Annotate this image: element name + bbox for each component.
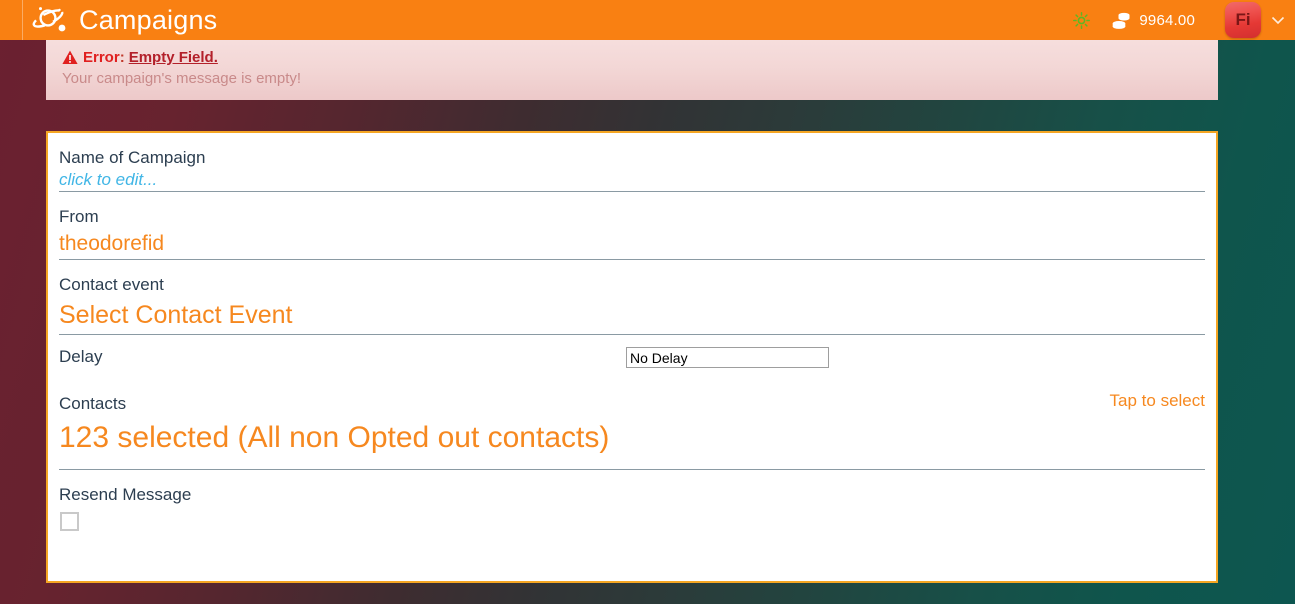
contact-event-label: Contact event bbox=[59, 275, 164, 294]
contacts-value[interactable]: 123 selected (All non Opted out contacts… bbox=[59, 415, 1205, 461]
error-separator: : bbox=[119, 49, 125, 66]
contacts-spacer bbox=[48, 461, 1216, 469]
contacts-tap-to-select[interactable]: Tap to select bbox=[1110, 379, 1205, 411]
from-label: From bbox=[59, 207, 99, 226]
app-header: Campaigns 9964.00 Fi bbox=[0, 0, 1295, 40]
chevron-down-icon[interactable] bbox=[1271, 15, 1285, 25]
resend-message-label: Resend Message bbox=[59, 485, 192, 504]
credits-display[interactable]: 9964.00 bbox=[1112, 12, 1195, 29]
app-title: Campaigns bbox=[79, 5, 218, 35]
error-message: Your campaign's message is empty! bbox=[62, 70, 302, 87]
field-delay[interactable]: Delay bbox=[48, 335, 1216, 379]
error-label: Error bbox=[83, 49, 120, 66]
campaign-name-label: Name of Campaign bbox=[59, 148, 206, 167]
field-from[interactable]: From theodorefid bbox=[48, 192, 1216, 259]
field-campaign-name[interactable]: Name of Campaign click to edit... bbox=[48, 133, 1216, 191]
field-contact-event[interactable]: Contact event Select Contact Event bbox=[48, 260, 1216, 334]
warning-triangle-icon bbox=[62, 50, 78, 65]
sun-icon[interactable] bbox=[1073, 11, 1091, 29]
planet-logo[interactable] bbox=[29, 3, 73, 37]
error-banner: Error : Empty Field. Your campaign's mes… bbox=[46, 40, 1218, 100]
coins-icon bbox=[1112, 12, 1132, 29]
delay-select[interactable] bbox=[626, 347, 829, 368]
contacts-label: Contacts bbox=[59, 394, 127, 413]
resend-message-checkbox[interactable] bbox=[60, 512, 79, 531]
avatar[interactable]: Fi bbox=[1225, 2, 1261, 38]
credits-amount: 9964.00 bbox=[1139, 11, 1195, 29]
field-contacts: Contacts Tap to select bbox=[48, 379, 1216, 415]
campaign-form-card: Name of Campaign click to edit... From t… bbox=[46, 131, 1218, 583]
error-headline: Error : Empty Field. bbox=[62, 49, 1218, 66]
header-actions: 9964.00 Fi bbox=[1073, 0, 1295, 40]
delay-label: Delay bbox=[59, 347, 103, 366]
error-link[interactable]: Empty Field. bbox=[129, 49, 218, 66]
contacts-value-wrap[interactable]: 123 selected (All non Opted out contacts… bbox=[48, 415, 1216, 461]
field-resend-message: Resend Message bbox=[48, 470, 1216, 531]
contact-event-value[interactable]: Select Contact Event bbox=[59, 296, 1205, 334]
campaign-name-value[interactable]: click to edit... bbox=[59, 169, 1205, 191]
from-value[interactable]: theodorefid bbox=[59, 228, 1205, 259]
header-divider bbox=[22, 0, 23, 40]
